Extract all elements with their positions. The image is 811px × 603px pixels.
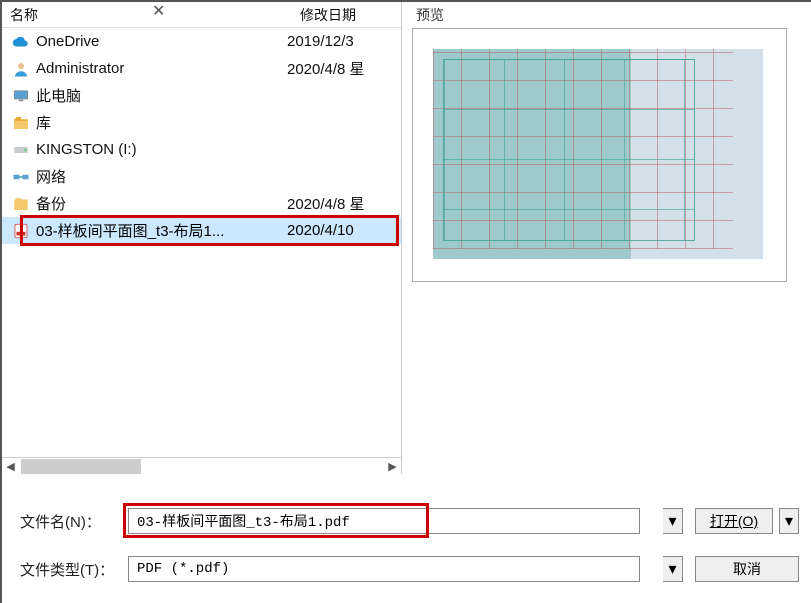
file-name: 库: [32, 112, 287, 133]
filetype-dropdown-button[interactable]: ▾: [663, 556, 683, 582]
list-item[interactable]: KINGSTON (I:): [2, 136, 401, 163]
file-list-pane: 名称 修改日期 ✕ OneDrive2019/12/3Administrator…: [2, 2, 402, 474]
scroll-left-icon[interactable]: ◀: [2, 458, 19, 475]
list-item[interactable]: OneDrive2019/12/3: [2, 28, 401, 55]
annotation-highlight: [20, 215, 399, 246]
file-date: 2020/4/8 星: [287, 58, 365, 79]
filetype-label: 文件类型(T)：: [20, 559, 128, 580]
folder-icon: [10, 194, 32, 214]
chevron-down-icon: ▾: [668, 559, 676, 579]
preview-thumbnail: [412, 28, 787, 282]
list-item[interactable]: 此电脑: [2, 82, 401, 109]
horizontal-scrollbar[interactable]: ◀ ▶: [2, 457, 401, 474]
list-item[interactable]: Administrator2020/4/8 星: [2, 55, 401, 82]
list-item[interactable]: 备份2020/4/8 星: [2, 190, 401, 217]
filename-label: 文件名(N)：: [20, 511, 128, 532]
header-name[interactable]: 名称: [2, 2, 292, 27]
preview-pane: 预览: [402, 2, 811, 474]
chevron-down-icon: ▾: [668, 511, 676, 531]
filename-dropdown-button[interactable]: ▾: [663, 508, 683, 534]
filetype-select[interactable]: [128, 556, 640, 582]
column-headers: 名称 修改日期 ✕: [2, 2, 401, 28]
net-icon: [10, 167, 32, 187]
lib-icon: [10, 113, 32, 133]
scroll-thumb[interactable]: [21, 459, 141, 474]
file-name: Administrator: [32, 60, 287, 77]
file-name: 此电脑: [32, 85, 287, 106]
user-icon: [10, 59, 32, 79]
open-dropdown-button[interactable]: ▾: [779, 508, 799, 534]
file-name: KINGSTON (I:): [32, 141, 287, 158]
preview-label: 预览: [412, 2, 801, 28]
filename-input[interactable]: [128, 508, 640, 534]
cancel-button[interactable]: 取消: [695, 556, 799, 582]
file-date: 2019/12/3: [287, 33, 354, 50]
list-item-selected[interactable]: 03-样板间平面图_t3-布局1...2020/4/10: [2, 217, 401, 244]
header-date[interactable]: 修改日期: [292, 2, 401, 27]
reorder-indicator: ✕: [152, 1, 165, 21]
scroll-right-icon[interactable]: ▶: [384, 458, 401, 475]
chevron-down-icon: ▾: [785, 511, 793, 531]
list-item[interactable]: 网络: [2, 163, 401, 190]
drive-icon: [10, 140, 32, 160]
file-name: OneDrive: [32, 33, 287, 50]
file-list[interactable]: OneDrive2019/12/3Administrator2020/4/8 星…: [2, 28, 401, 457]
list-item[interactable]: 库: [2, 109, 401, 136]
file-name: 备份: [32, 193, 287, 214]
file-date: 2020/4/8 星: [287, 193, 365, 214]
open-button[interactable]: 打开(O): [695, 508, 773, 534]
open-button-label: 打开(O): [710, 513, 758, 529]
cloud-icon: [10, 32, 32, 52]
pc-icon: [10, 86, 32, 106]
file-name: 网络: [32, 166, 287, 187]
